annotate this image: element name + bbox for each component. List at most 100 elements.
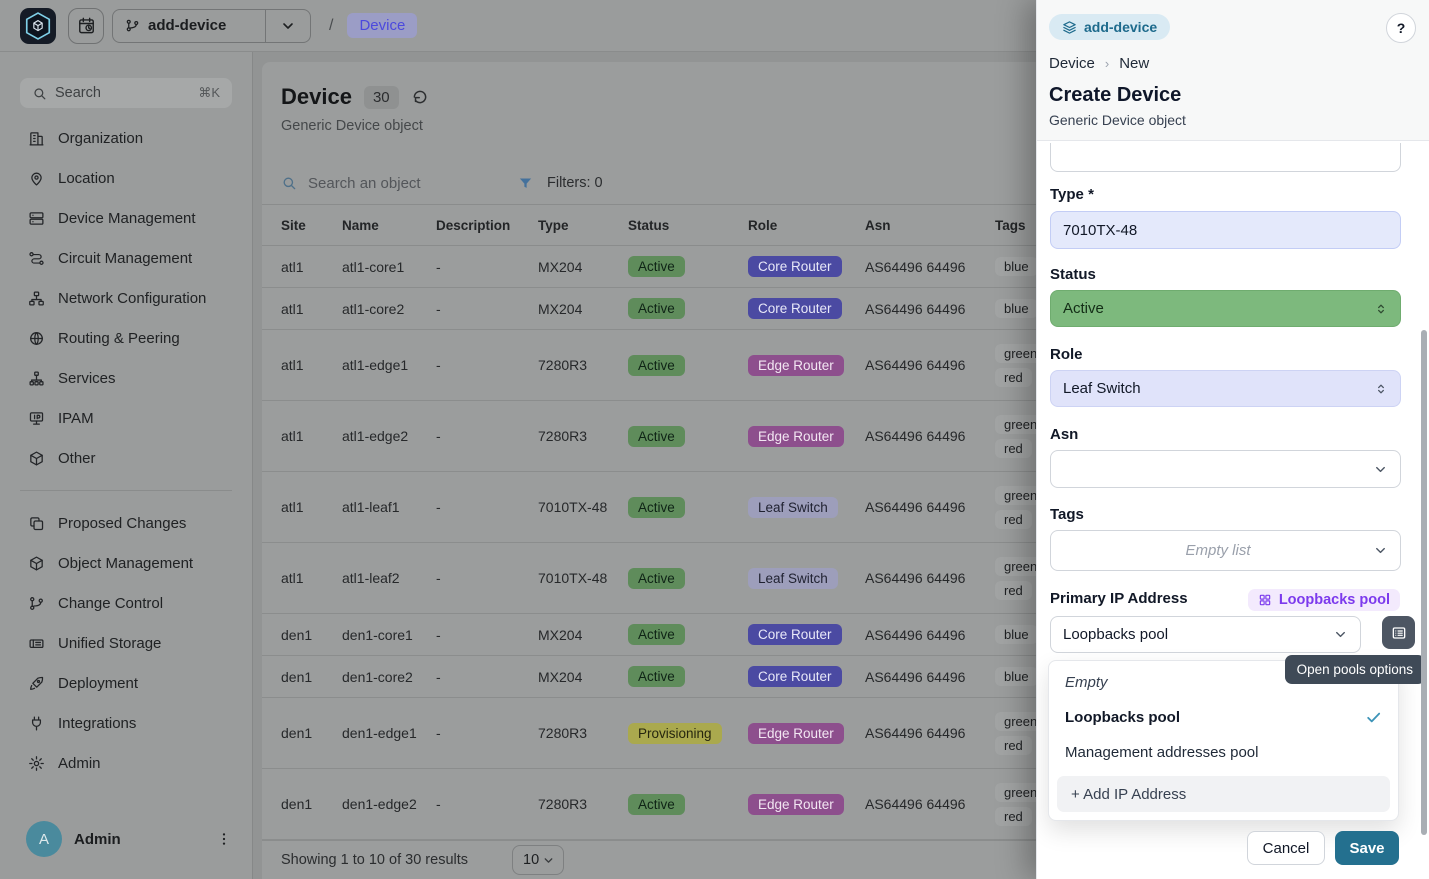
branch-selector[interactable]: add-device xyxy=(112,9,311,43)
cell-site: atl1 xyxy=(281,570,342,586)
role-value: Leaf Switch xyxy=(1063,380,1141,397)
breadcrumb-parent[interactable]: Device xyxy=(1049,55,1095,72)
sidebar-search-label: Search xyxy=(55,85,190,101)
sidebar-divider xyxy=(20,490,232,491)
status-value: Active xyxy=(1063,300,1104,317)
updown-chevron-icon xyxy=(1374,302,1388,316)
status-badge: Active xyxy=(628,624,685,645)
open-pools-options-button[interactable] xyxy=(1382,616,1415,649)
cell-asn: AS64496 64496 xyxy=(865,725,995,741)
cell-type: 7010TX-48 xyxy=(538,499,628,515)
sidebar-item-unified-storage[interactable]: Unified Storage xyxy=(0,623,252,663)
branch-badge: add-device xyxy=(1049,14,1170,40)
cell-type: MX204 xyxy=(538,627,628,643)
sidebar-item-location[interactable]: Location xyxy=(0,158,252,198)
dropdown-option-loopbacks-pool[interactable]: Loopbacks pool xyxy=(1049,700,1398,735)
filters-count[interactable]: Filters: 0 xyxy=(547,175,603,191)
sidebar-item-ipam[interactable]: IPAM xyxy=(0,398,252,438)
drawer-title: Create Device xyxy=(1049,84,1415,107)
page-size-select[interactable]: 10 xyxy=(512,845,564,875)
sidebar-item-label: Proposed Changes xyxy=(58,515,186,532)
sidebar-item-admin[interactable]: Admin xyxy=(0,743,252,783)
object-search-input[interactable]: Search an object xyxy=(308,175,518,192)
sidebar-item-organization[interactable]: Organization xyxy=(0,118,252,158)
sidebar-item-network-configuration[interactable]: Network Configuration xyxy=(0,278,252,318)
breadcrumb-device[interactable]: Device xyxy=(347,13,417,38)
status-badge: Active xyxy=(628,497,685,518)
pin-icon xyxy=(28,170,45,187)
list-icon xyxy=(1391,625,1407,641)
cell-type: 7280R3 xyxy=(538,428,628,444)
count-badge: 30 xyxy=(364,86,399,109)
drawer-scrollbar[interactable] xyxy=(1421,330,1427,835)
sidebar-item-label: Routing & Peering xyxy=(58,330,180,347)
cell-asn: AS64496 64496 xyxy=(865,357,995,373)
cell-type: 7280R3 xyxy=(538,357,628,373)
cell-type: 7010TX-48 xyxy=(538,570,628,586)
cell-asn: AS64496 64496 xyxy=(865,627,995,643)
sidebar-item-other[interactable]: Other xyxy=(0,438,252,478)
tag-badge: red xyxy=(995,368,1032,387)
search-icon xyxy=(281,175,297,191)
calendar-clock-icon xyxy=(77,16,96,35)
sidebar-secondary-nav: Proposed Changes Object ManagementChange … xyxy=(0,503,252,783)
tag-badge: blue xyxy=(995,299,1038,318)
sidebar-item-device-management[interactable]: Device Management xyxy=(0,198,252,238)
branch-selector-caret[interactable] xyxy=(266,18,310,34)
tags-select[interactable]: Empty list xyxy=(1050,530,1401,571)
app-logo-icon[interactable] xyxy=(20,8,56,44)
sidebar-item-label: Network Configuration xyxy=(58,290,206,307)
sidebar-item-object-management[interactable]: Object Management xyxy=(0,543,252,583)
asn-select[interactable] xyxy=(1050,450,1401,488)
add-ip-address-option[interactable]: + Add IP Address xyxy=(1057,776,1390,812)
cell-asn: AS64496 64496 xyxy=(865,570,995,586)
role-badge: Edge Router xyxy=(748,794,844,815)
role-badge: Leaf Switch xyxy=(748,497,838,518)
cell-description: - xyxy=(436,357,538,373)
time-travel-button[interactable] xyxy=(68,8,104,44)
sidebar-item-circuit-management[interactable]: Circuit Management xyxy=(0,238,252,278)
dropdown-option-label: Management addresses pool xyxy=(1065,744,1258,761)
tag-badge: red xyxy=(995,807,1032,826)
sidebar-item-routing-peering[interactable]: Routing & Peering xyxy=(0,318,252,358)
name-field-partial[interactable] xyxy=(1050,143,1401,172)
sidebar-primary-nav: OrganizationLocationDevice ManagementCir… xyxy=(0,118,252,478)
dropdown-option-management-addresses-pool[interactable]: Management addresses pool xyxy=(1049,735,1398,770)
sidebar-item-integrations[interactable]: Integrations xyxy=(0,703,252,743)
cell-name: den1-edge2 xyxy=(342,796,436,812)
sidebar-item-label: Services xyxy=(58,370,116,387)
kebab-menu-icon[interactable] xyxy=(216,831,232,847)
create-device-drawer: add-device ? Device › New Create Device … xyxy=(1036,0,1429,879)
storage-icon xyxy=(28,635,45,652)
grid-icon xyxy=(1258,593,1272,607)
sidebar-search[interactable]: Search ⌘K xyxy=(20,78,232,108)
sidebar-item-proposed-changes[interactable]: Proposed Changes xyxy=(0,503,252,543)
status-select[interactable]: Active xyxy=(1050,290,1401,327)
refresh-icon[interactable] xyxy=(411,88,429,106)
chevron-down-icon xyxy=(1373,543,1388,558)
avatar[interactable]: A xyxy=(26,821,62,857)
tag-badge: blue xyxy=(995,625,1038,644)
sidebar-item-change-control[interactable]: Change Control xyxy=(0,583,252,623)
cell-site: atl1 xyxy=(281,301,342,317)
branch-icon xyxy=(125,18,140,33)
column-header-site: Site xyxy=(281,218,342,233)
cell-description: - xyxy=(436,499,538,515)
drawer-header: add-device ? Device › New Create Device … xyxy=(1037,0,1429,141)
role-badge: Edge Router xyxy=(748,723,844,744)
pool-source-badge[interactable]: Loopbacks pool xyxy=(1248,589,1400,611)
primary-ip-select[interactable]: Loopbacks pool xyxy=(1050,616,1361,653)
sidebar-item-services[interactable]: Services xyxy=(0,358,252,398)
help-button[interactable]: ? xyxy=(1386,13,1416,43)
cancel-button[interactable]: Cancel xyxy=(1247,831,1325,865)
sidebar-item-deployment[interactable]: Deployment xyxy=(0,663,252,703)
branch-icon xyxy=(28,595,45,612)
cell-asn: AS64496 64496 xyxy=(865,499,995,515)
role-badge: Edge Router xyxy=(748,426,844,447)
filter-funnel-icon[interactable] xyxy=(518,176,533,191)
cell-site: atl1 xyxy=(281,428,342,444)
role-select[interactable]: Leaf Switch xyxy=(1050,370,1401,407)
type-input[interactable]: 7010TX-48 xyxy=(1050,211,1401,249)
save-button[interactable]: Save xyxy=(1335,831,1399,865)
cell-name: atl1-edge2 xyxy=(342,428,436,444)
